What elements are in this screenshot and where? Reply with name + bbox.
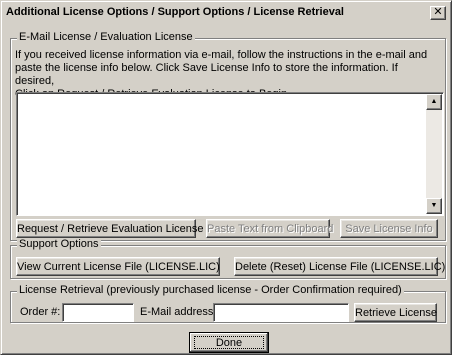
done-button-label: Done bbox=[215, 336, 243, 349]
support-options-legend: Support Options bbox=[17, 238, 101, 250]
paste-from-clipboard-button[interactable]: Paste Text from Clipboard bbox=[206, 219, 333, 238]
license-info-scrollbar[interactable]: ▲ ▼ bbox=[426, 94, 442, 214]
email-address-label: E-Mail address: bbox=[140, 306, 217, 318]
instruction-line: paste the license info below. Click Save… bbox=[15, 62, 398, 87]
close-icon[interactable]: ✕ bbox=[430, 6, 446, 20]
view-license-file-button[interactable]: View Current License File (LICENSE.LIC) bbox=[16, 257, 220, 276]
scroll-up-arrow-icon[interactable]: ▲ bbox=[426, 94, 442, 110]
license-info-textarea[interactable]: ▲ ▼ bbox=[16, 92, 444, 216]
scroll-down-arrow-icon[interactable]: ▼ bbox=[426, 198, 442, 214]
retrieve-license-button[interactable]: Retrieve License bbox=[354, 303, 437, 322]
request-evaluation-license-button[interactable]: Request / Retrieve Evaluation License bbox=[16, 219, 204, 238]
done-button[interactable]: Done bbox=[189, 332, 269, 353]
instruction-line: If you received license information via … bbox=[15, 49, 428, 61]
license-options-dialog: Additional License Options / Support Opt… bbox=[0, 0, 452, 355]
title-bar[interactable]: Additional License Options / Support Opt… bbox=[4, 4, 448, 22]
email-address-input[interactable] bbox=[213, 303, 349, 322]
save-license-info-button[interactable]: Save License Info bbox=[340, 219, 438, 238]
order-number-input[interactable] bbox=[62, 303, 134, 322]
order-number-label: Order #: bbox=[20, 306, 61, 318]
delete-license-file-button[interactable]: Delete (Reset) License File (LICENSE.LIC… bbox=[234, 257, 445, 276]
window-title: Additional License Options / Support Opt… bbox=[6, 6, 344, 18]
license-retrieval-legend: License Retrieval (previously purchased … bbox=[17, 284, 404, 296]
email-license-legend: E-Mail License / Evaluation License bbox=[17, 31, 195, 43]
